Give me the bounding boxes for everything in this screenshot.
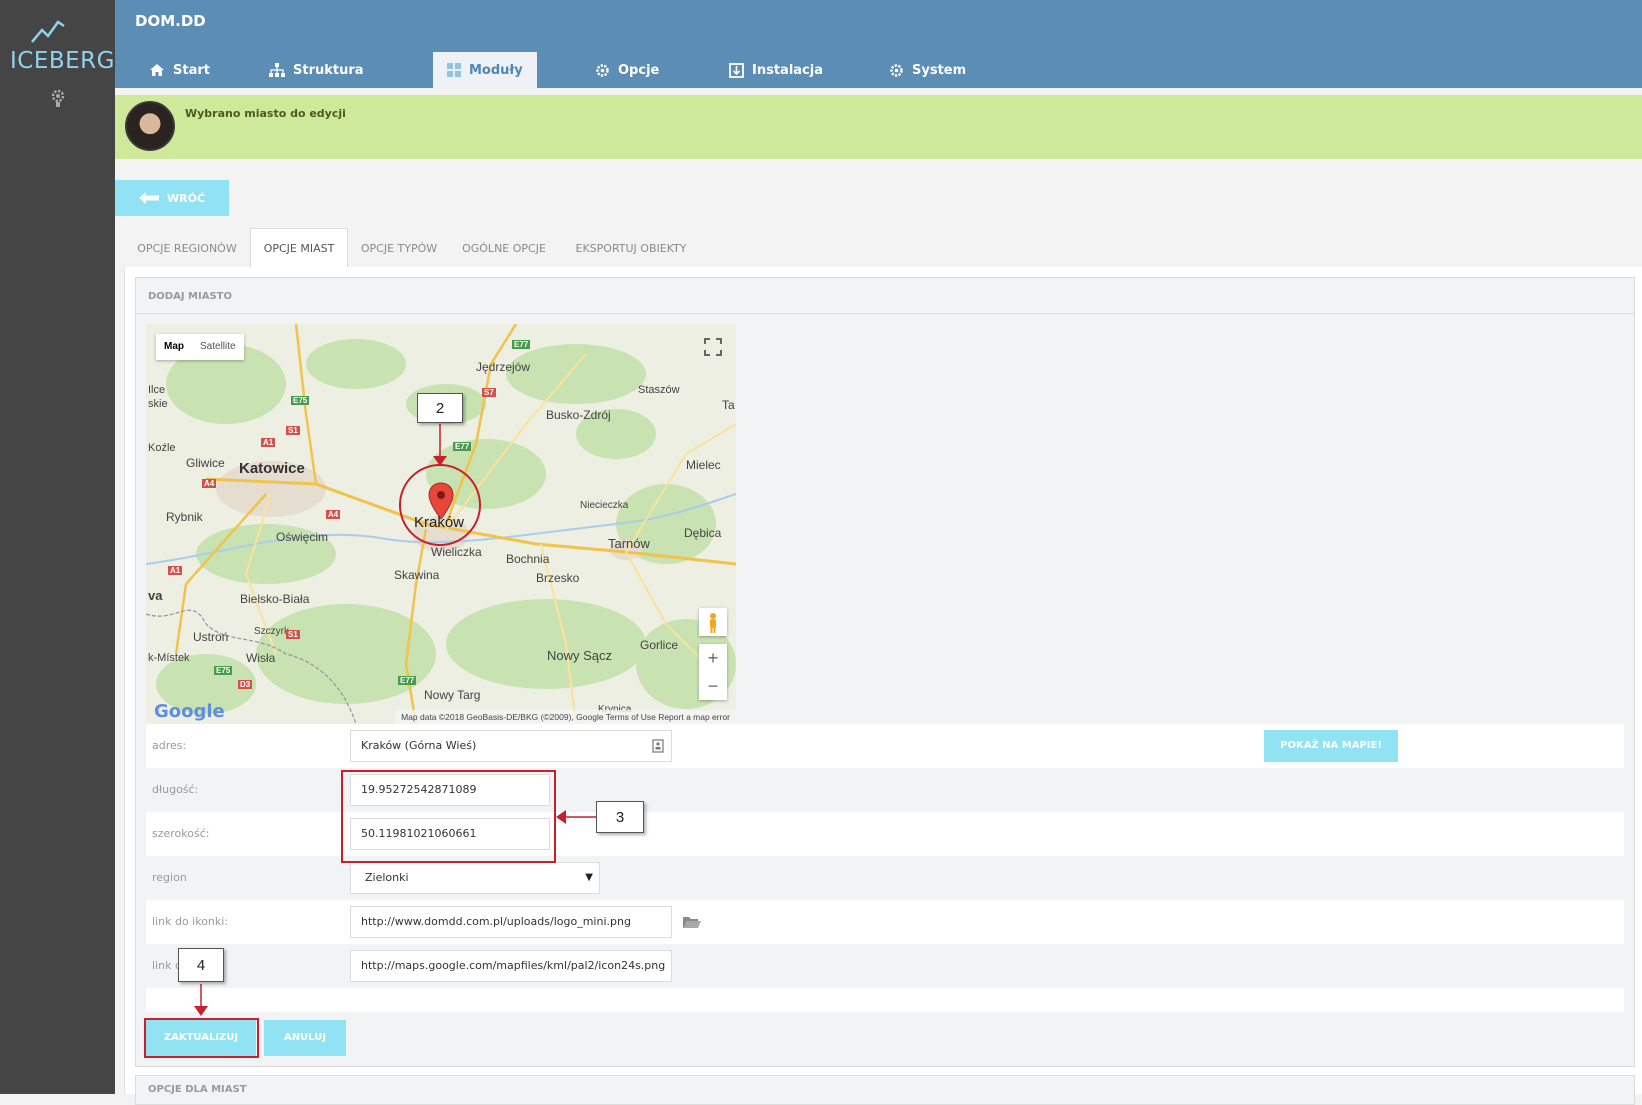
- nav-start[interactable]: Start: [135, 52, 224, 88]
- road-badge: D3: [238, 680, 253, 689]
- left-sidebar: ICEBERG: [0, 0, 115, 1094]
- tab-opcje-regionow[interactable]: OPCJE REGIONÓW: [125, 228, 249, 268]
- gear-icon: [596, 63, 609, 77]
- nav-moduly-label: Moduły: [469, 62, 523, 78]
- show-on-map-button[interactable]: POKAŻ NA MAPIE!: [1264, 730, 1398, 762]
- sitemap-icon: [269, 63, 285, 77]
- install-icon: [729, 62, 744, 78]
- annotation-callout-3: 3: [596, 801, 644, 833]
- road-badge: A4: [326, 510, 341, 519]
- street-view-pegman-icon[interactable]: [699, 608, 727, 636]
- notification-bar: Wybrano miasto do edycji: [115, 95, 1642, 159]
- city-options-card-title: OPCJE DLA MIAST: [135, 1075, 1635, 1105]
- road-badge: A1: [261, 438, 276, 447]
- nav-instalacja-label: Instalacja: [752, 62, 823, 78]
- nav-start-label: Start: [173, 62, 210, 78]
- gear-icon: [890, 63, 903, 77]
- shadow-link-row: link d http://maps.google.com/mapfiles/k…: [146, 944, 1624, 988]
- road-badge: E77: [398, 676, 417, 685]
- settings-gear-icon[interactable]: [50, 88, 66, 108]
- nav-struktura[interactable]: Struktura: [255, 52, 378, 88]
- icon-link-input[interactable]: http://www.domdd.com.pl/uploads/logo_min…: [350, 906, 672, 938]
- fullscreen-icon[interactable]: [700, 334, 726, 360]
- road-badge: A4: [202, 479, 217, 488]
- map-attribution[interactable]: Map data ©2018 GeoBasis-DE/BKG (©2009), …: [395, 710, 736, 724]
- annotation-callout-2: 2: [417, 393, 463, 423]
- back-button-label: WRÓĆ: [166, 191, 206, 205]
- region-selected-value: Zielonki: [365, 871, 409, 884]
- road-badge: S1: [286, 630, 300, 639]
- tab-ogolne-opcje[interactable]: OGÓLNE OPCJE: [451, 228, 557, 268]
- annotation-coordinates-outline: [341, 770, 556, 863]
- annotation-callout-4: 4: [178, 948, 224, 982]
- road-badge: A1: [168, 566, 183, 575]
- card-title: DODAJ MIASTO: [136, 278, 1634, 314]
- zoom-control: + −: [699, 644, 727, 700]
- back-button[interactable]: WRÓĆ: [115, 180, 229, 216]
- tab-opcje-miast[interactable]: OPCJE MIAST: [250, 228, 348, 268]
- brand-logo[interactable]: ICEBERG: [10, 48, 115, 74]
- icon-link-row: link do ikonki: http://www.domdd.com.pl/…: [146, 900, 1624, 944]
- address-input[interactable]: Kraków (Górna Wieś): [350, 730, 672, 762]
- modules-icon: [447, 63, 461, 77]
- notification-text: Wybrano miasto do edycji: [185, 107, 346, 120]
- avatar[interactable]: [125, 101, 175, 151]
- folder-open-icon[interactable]: [682, 915, 702, 929]
- road-badge: E75: [214, 666, 233, 675]
- latitude-label: szerokość:: [152, 827, 210, 840]
- nav-instalacja[interactable]: Instalacja: [715, 52, 837, 88]
- zoom-out-button[interactable]: −: [699, 672, 727, 700]
- zoom-in-button[interactable]: +: [699, 644, 727, 672]
- address-label: adres:: [152, 739, 187, 752]
- region-select[interactable]: Zielonki ▼: [350, 862, 600, 894]
- home-icon: [150, 64, 164, 76]
- map-type-control: Map Satellite: [156, 334, 244, 360]
- address-row: adres: Kraków (Górna Wieś) POKAŻ NA MAPI…: [146, 724, 1624, 768]
- spacer-row: [146, 988, 1624, 1012]
- nav-system[interactable]: System: [875, 52, 980, 88]
- map-type-satellite[interactable]: Satellite: [192, 334, 244, 360]
- logo-graph-icon: [31, 20, 65, 43]
- annotation-circle-marker: [399, 464, 481, 546]
- road-badge: E77: [453, 442, 472, 451]
- arrow-left-icon: [138, 192, 159, 204]
- top-header: DOM.DD Start Struktura Moduły Opcje Inst…: [115, 0, 1642, 88]
- region-label: region: [152, 871, 187, 884]
- google-logo[interactable]: Google: [154, 701, 225, 722]
- nav-moduly[interactable]: Moduły: [433, 52, 537, 88]
- cancel-button[interactable]: ANULUJ: [264, 1020, 346, 1056]
- road-badge: S1: [286, 426, 300, 435]
- nav-opcje[interactable]: Opcje: [581, 52, 673, 88]
- tab-eksportuj-obiekty[interactable]: EKSPORTUJ OBIEKTY: [559, 228, 703, 268]
- dropdown-arrow-icon: ▼: [585, 872, 593, 883]
- nav-system-label: System: [912, 62, 967, 78]
- app-title: DOM.DD: [135, 12, 206, 30]
- road-badge: E77: [512, 340, 531, 349]
- shadow-link-input[interactable]: http://maps.google.com/mapfiles/kml/pal2…: [350, 950, 672, 982]
- map-type-map[interactable]: Map: [156, 334, 192, 360]
- icon-link-label: link do ikonki:: [152, 915, 229, 928]
- main-nav: Start Struktura Moduły Opcje Instalacja …: [115, 52, 1642, 88]
- tab-opcje-typow[interactable]: OPCJE TYPÓW: [349, 228, 449, 268]
- longitude-label: długość:: [152, 783, 199, 796]
- nav-opcje-label: Opcje: [618, 62, 660, 78]
- road-badge: E75: [291, 396, 310, 405]
- nav-struktura-label: Struktura: [293, 62, 364, 78]
- road-badge: S7: [482, 388, 496, 397]
- annotation-update-outline: [144, 1018, 259, 1058]
- contact-card-icon[interactable]: [652, 739, 664, 753]
